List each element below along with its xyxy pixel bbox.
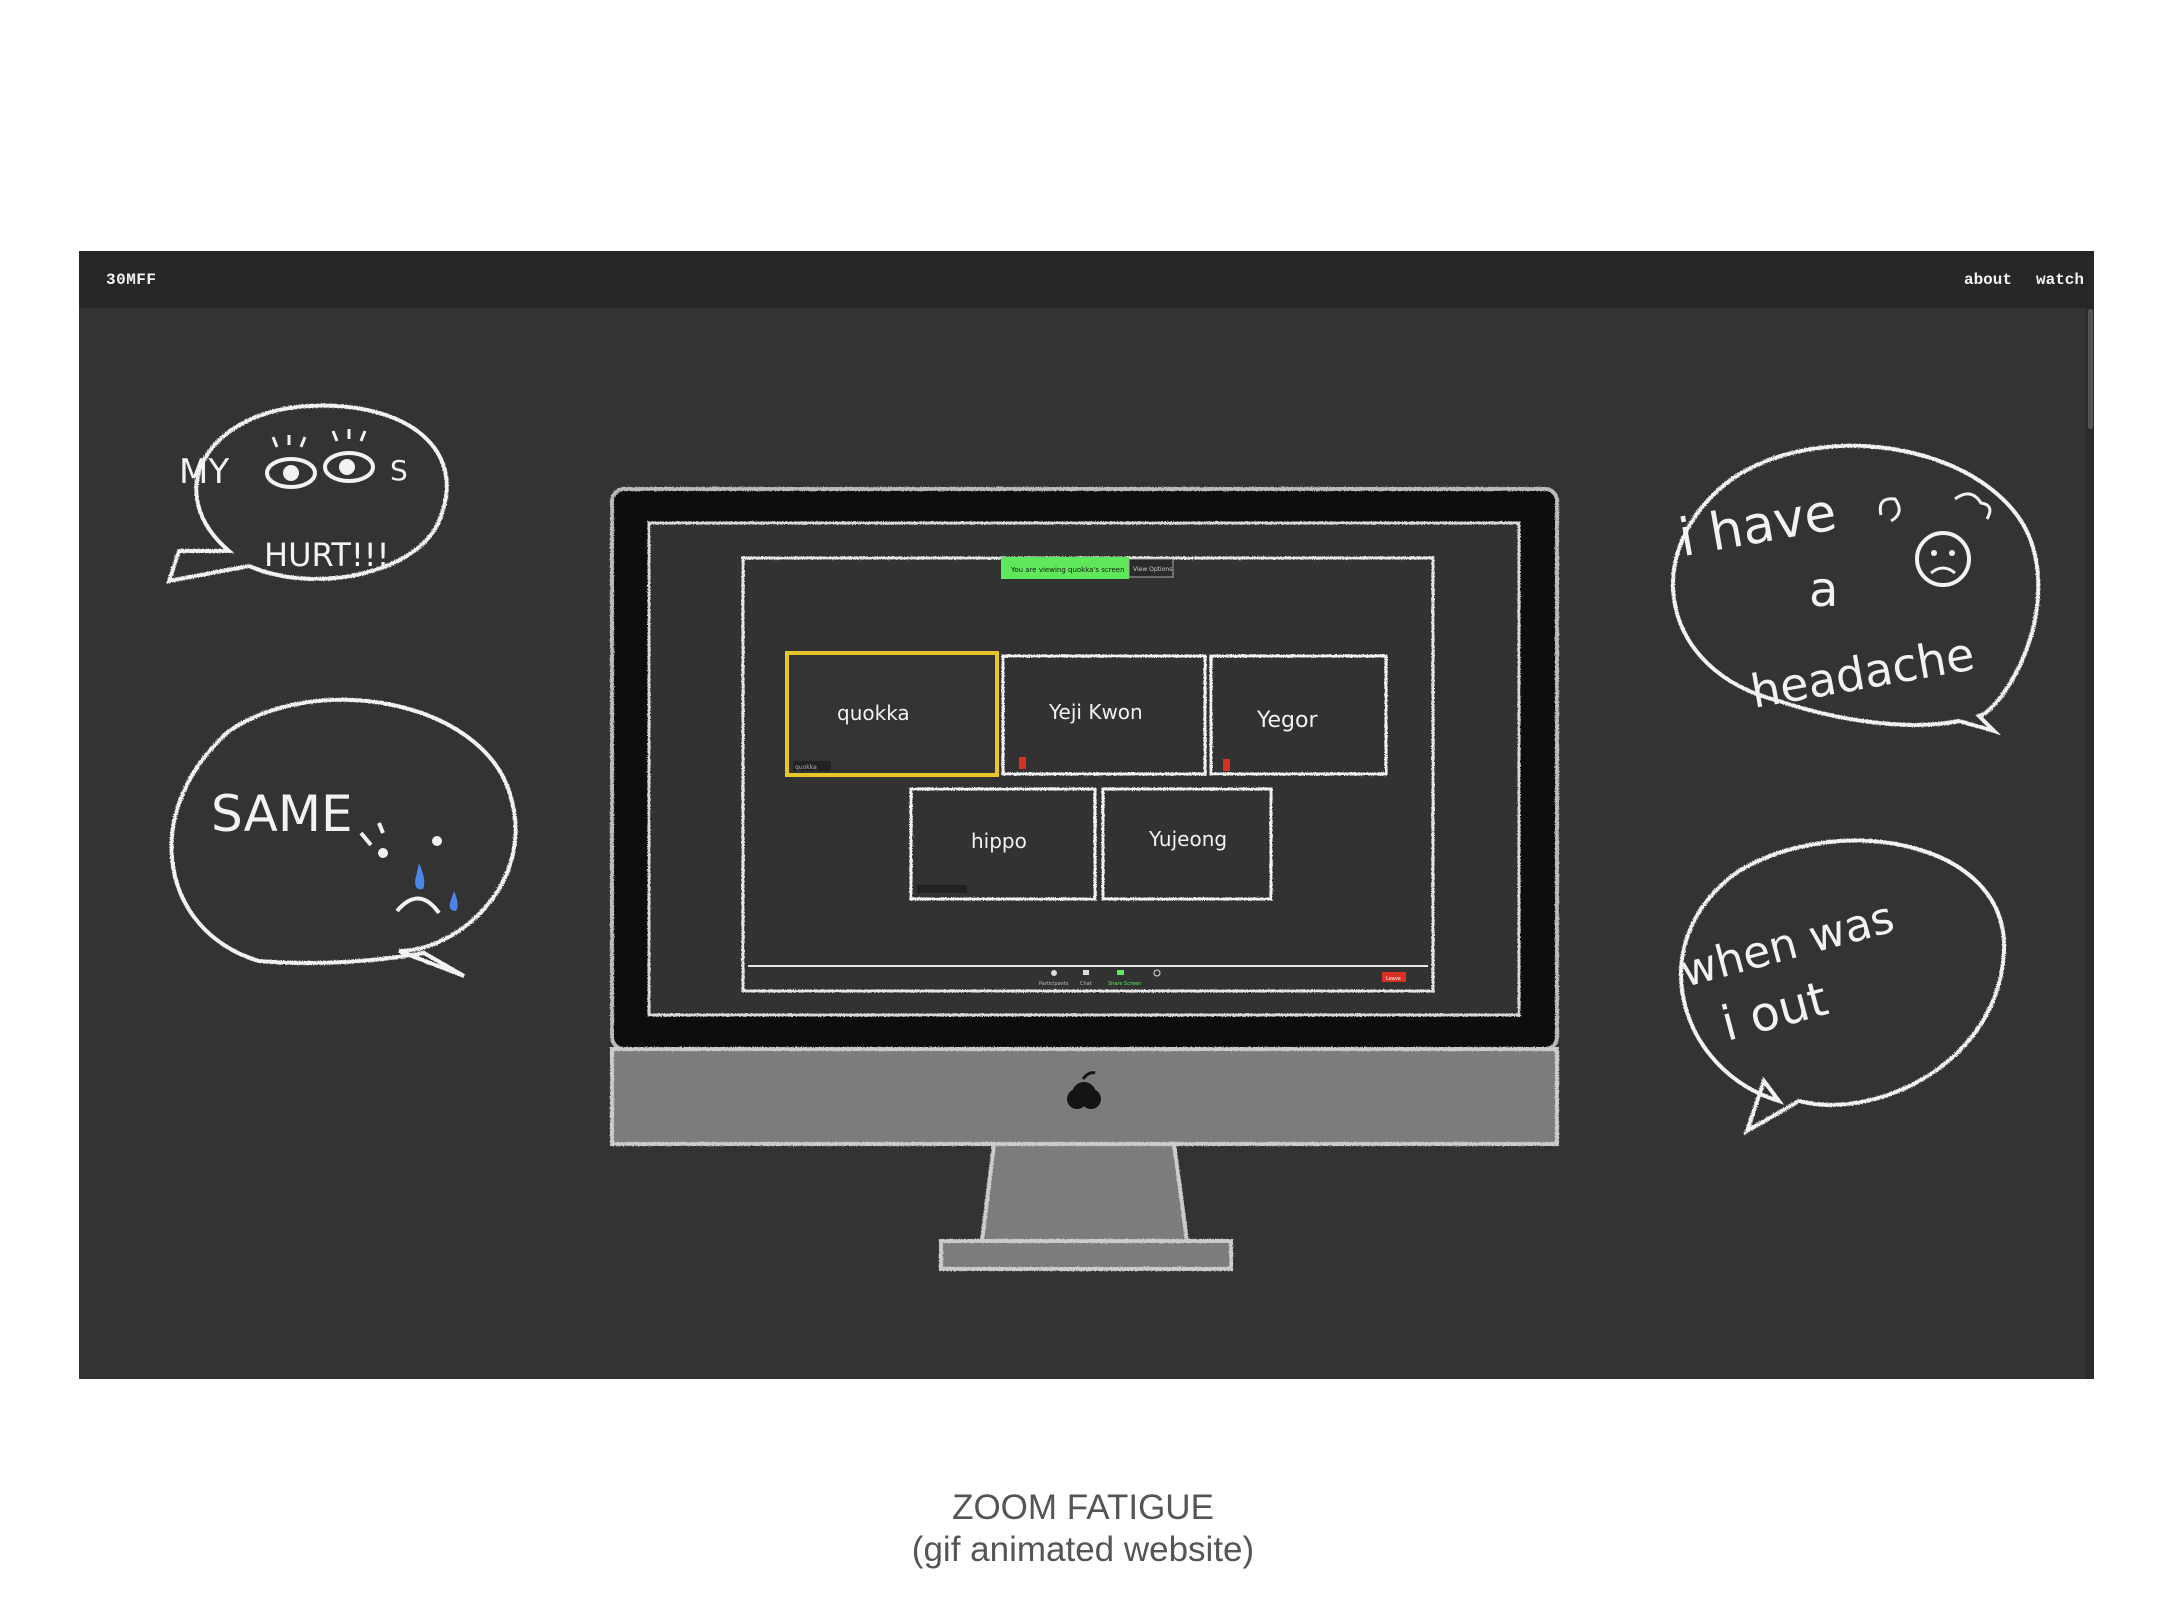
crying-face-icon [359,822,458,915]
participant-tile[interactable]: quokka quokka [785,651,999,777]
participant-name: Yegor [1256,708,1318,733]
participant-name: Yujeong [1148,827,1227,851]
chalk-illustration: MY S HURT!!! SAME i have a headache when… [166,403,2041,1271]
imac-monitor: You are viewing quokka's screen View Opt… [610,487,1559,1271]
participants-icon[interactable] [1051,970,1057,976]
participant-tile[interactable]: Yegor [1209,654,1388,776]
participant-tile[interactable]: Yeji Kwon [1001,654,1207,776]
svg-text:Leave: Leave [1386,976,1401,982]
participant-tile[interactable]: Yujeong [1101,787,1273,901]
eyes-icon [265,429,375,489]
bubble-text-same: SAME [211,785,353,843]
bubble-text-i-have: i have [1674,482,1841,569]
participant-name: quokka [837,701,910,725]
website-screenshot: 30MFF about watch MY S HURT!!! SAME i ha… [79,251,2094,1379]
bubble-text-headache: headache [1747,627,1979,719]
participant-name: hippo [971,829,1027,853]
bubble-text-a: a [1809,562,1838,618]
bubble-text-s: S [390,454,408,487]
share-screen-icon[interactable] [1117,970,1124,975]
svg-text:Participants: Participants [1039,981,1069,987]
chat-icon[interactable] [1083,970,1089,975]
participant-tile[interactable]: hippo [909,787,1097,901]
participant-name: Yeji Kwon [1048,700,1143,724]
bubble-text-my: MY [179,452,229,492]
screen-share-banner-text: You are viewing quokka's screen [1010,566,1125,574]
svg-text:Chat: Chat [1080,981,1092,987]
bubble-text-hurt: HURT!!! [264,536,389,574]
muted-mic-icon [1019,757,1026,769]
svg-text:Share Screen: Share Screen [1108,981,1141,987]
sad-face-icon [1878,492,1992,587]
muted-mic-icon [1223,759,1230,771]
participant-tag: quokka [795,764,817,771]
view-options-label: View Options [1133,566,1172,573]
caption-title: ZOOM FATIGUE [952,1488,1214,1527]
caption-subtitle: (gif animated website) [911,1530,1255,1569]
